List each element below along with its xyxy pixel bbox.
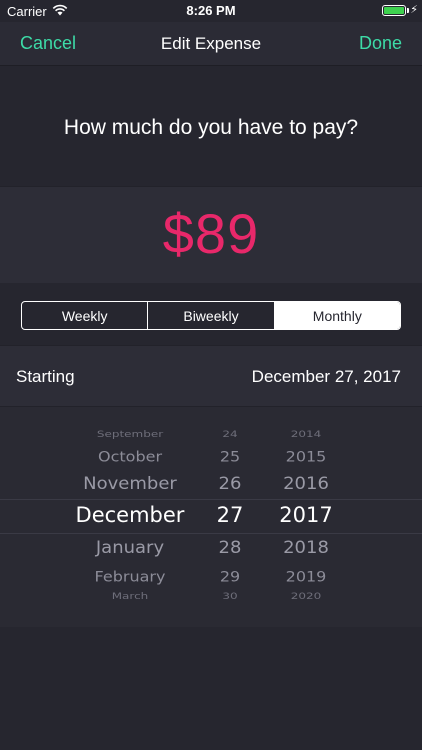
starting-date-row[interactable]: Starting December 27, 2017 — [0, 345, 422, 407]
charging-icon: ⚡ — [410, 4, 418, 16]
picker-year[interactable]: 2015 — [266, 448, 346, 465]
navigation-bar: Cancel Edit Expense Done — [0, 22, 422, 66]
battery-icon — [382, 5, 406, 16]
picker-year[interactable]: 2020 — [266, 591, 346, 601]
picker-day[interactable]: 29 — [200, 568, 260, 585]
done-button[interactable]: Done — [359, 33, 402, 54]
frequency-section: Weekly Biweekly Monthly — [0, 283, 422, 345]
picker-day[interactable]: 28 — [200, 537, 260, 557]
picker-year-selected[interactable]: 2017 — [266, 503, 346, 527]
battery-nub — [407, 8, 409, 13]
bottom-area — [0, 627, 422, 750]
segment-weekly[interactable]: Weekly — [22, 302, 149, 329]
picker-month[interactable]: November — [40, 473, 220, 493]
picker-month[interactable]: September — [40, 429, 220, 439]
picker-day[interactable]: 26 — [200, 473, 260, 493]
picker-year[interactable]: 2019 — [266, 568, 346, 585]
frequency-segmented-control: Weekly Biweekly Monthly — [21, 301, 401, 330]
status-time: 8:26 PM — [186, 3, 236, 18]
picker-row[interactable]: January 28 2018 — [0, 537, 422, 567]
picker-day[interactable]: 25 — [200, 448, 260, 465]
starting-date-value: December 27, 2017 — [251, 367, 401, 386]
status-bar: Carrier 8:26 PM ⚡ — [0, 0, 422, 22]
amount-section[interactable]: $89 — [0, 186, 422, 283]
segment-biweekly[interactable]: Biweekly — [148, 302, 275, 329]
segment-monthly[interactable]: Monthly — [274, 302, 400, 329]
picker-row[interactable]: November 26 2016 — [0, 473, 422, 503]
picker-month[interactable]: October — [40, 448, 220, 465]
picker-day-selected[interactable]: 27 — [200, 503, 260, 527]
picker-year[interactable]: 2014 — [266, 429, 346, 439]
picker-row-selected[interactable]: December 27 2017 — [0, 503, 422, 533]
question-section: How much do you have to pay? — [0, 66, 422, 186]
date-picker[interactable]: September 24 2014 October 25 2015 Novemb… — [0, 407, 422, 627]
picker-month[interactable]: January — [40, 537, 220, 557]
picker-month-selected[interactable]: December — [40, 503, 220, 527]
picker-day[interactable]: 24 — [200, 429, 260, 439]
picker-month[interactable]: March — [40, 591, 220, 601]
picker-row[interactable]: March 30 2020 — [0, 589, 422, 619]
starting-label: Starting — [16, 367, 75, 386]
selection-indicator-bottom — [0, 533, 422, 534]
picker-year[interactable]: 2018 — [266, 537, 346, 557]
picker-day[interactable]: 30 — [200, 591, 260, 601]
picker-month[interactable]: February — [40, 568, 220, 585]
question-text: How much do you have to pay? — [63, 116, 359, 139]
amount-value[interactable]: $89 — [0, 201, 422, 266]
picker-year[interactable]: 2016 — [266, 473, 346, 493]
